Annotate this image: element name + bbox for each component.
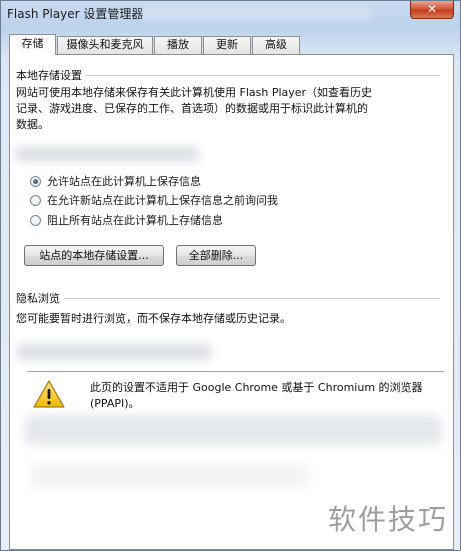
storage-panel: 本地存储设置 网站可使用本地存储来保存有关此计算机使用 Flash Player…: [9, 54, 454, 550]
radio-block[interactable]: 阻止所有站点在此计算机上存储信息: [30, 212, 223, 228]
private-browsing-description: 您可能要暂时进行浏览，而不保存本地存储或历史记录。: [16, 312, 291, 325]
blurred-area: [24, 415, 442, 445]
warning-line: (PPAPI)。: [90, 397, 140, 410]
watermark-text: 软件技巧: [328, 503, 449, 536]
radio-label: 在允许新站点在此计算机上保存信息之前询问我: [47, 194, 278, 207]
site-storage-settings-button[interactable]: 站点的本地存储设置...: [24, 245, 164, 266]
private-browsing-heading: 隐私浏览: [16, 290, 64, 306]
close-button[interactable]: ✕: [410, 1, 454, 19]
description-line: 网站可使用本地存储来保存有关此计算机使用 Flash Player（如查看历史: [16, 86, 373, 99]
blurred-background: [141, 7, 371, 21]
blurred-area: [16, 344, 212, 360]
warning-line: 此页的设置不适用于 Google Chrome 或基于 Chromium 的浏览…: [90, 381, 423, 394]
radio-button[interactable]: [30, 175, 41, 187]
delete-all-button[interactable]: 全部删除...: [176, 245, 256, 266]
blurred-area: [30, 463, 310, 489]
description-line: 记录、游戏进度、已保存的工作、首选项）的数据或用于标识此计算机的: [16, 102, 368, 115]
title-bar[interactable]: Flash Player 设置管理器 ✕: [1, 1, 460, 27]
tab-camera-microphone[interactable]: 摄像头和麦克风: [57, 36, 153, 54]
radio-ask[interactable]: 在允许新站点在此计算机上保存信息之前询问我: [30, 192, 278, 208]
divider: [16, 298, 440, 299]
radio-label: 阻止所有站点在此计算机上存储信息: [47, 214, 223, 227]
description-line: 数据。: [16, 118, 49, 131]
radio-button[interactable]: [30, 214, 41, 226]
tab-advanced[interactable]: 高级: [252, 36, 300, 54]
tab-updates[interactable]: 更新: [203, 36, 251, 54]
settings-window: Flash Player 设置管理器 ✕ 存储 摄像头和麦克风 播放 更新 高级…: [0, 0, 461, 551]
tab-playback[interactable]: 播放: [154, 36, 202, 54]
warning-box: 此页的设置不适用于 Google Chrome 或基于 Chromium 的浏览…: [27, 371, 444, 418]
warning-icon: [33, 380, 65, 408]
local-storage-description: 网站可使用本地存储来保存有关此计算机使用 Flash Player（如查看历史 …: [16, 85, 372, 133]
local-storage-heading: 本地存储设置: [16, 67, 86, 83]
radio-button[interactable]: [30, 194, 41, 206]
warning-text: 此页的设置不适用于 Google Chrome 或基于 Chromium 的浏览…: [90, 380, 423, 412]
window-title: Flash Player 设置管理器: [7, 7, 144, 21]
tab-storage[interactable]: 存储: [9, 34, 56, 55]
blurred-area: [14, 147, 200, 161]
radio-label: 允许站点在此计算机上保存信息: [47, 175, 201, 188]
radio-allow[interactable]: 允许站点在此计算机上保存信息: [30, 173, 201, 189]
